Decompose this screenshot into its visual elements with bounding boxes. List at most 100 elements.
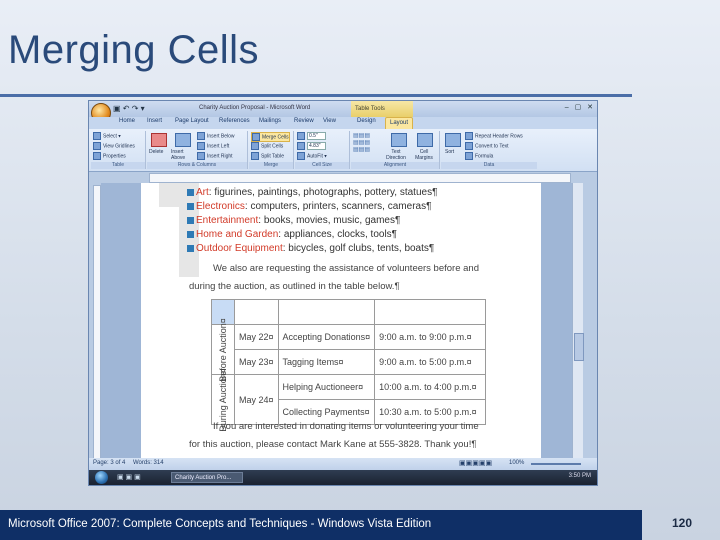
table-cell[interactable]: May 23¤	[234, 349, 279, 375]
footer-text: Microsoft Office 2007: Complete Concepts…	[8, 518, 432, 530]
split-table-icon	[251, 152, 259, 160]
insert-left-button[interactable]: Insert Left	[197, 142, 229, 150]
schedule-table[interactable]: Before Auction¤ May 22¤ Accepting Donati…	[211, 299, 487, 431]
group-label-merge: Merge	[249, 162, 293, 169]
bullet-square-icon	[187, 202, 194, 210]
view-gridlines-button[interactable]: View Gridlines	[93, 142, 135, 150]
slide-title: Merging Cells	[8, 28, 260, 72]
split-table-button[interactable]: Split Table	[251, 152, 284, 160]
delete-button[interactable]: Delete	[149, 149, 163, 155]
sort-icon[interactable]	[445, 133, 461, 147]
start-button[interactable]	[95, 471, 108, 484]
insert-above-icon[interactable]	[175, 133, 191, 147]
insert-right-icon	[197, 152, 205, 160]
page-number: 120	[672, 516, 693, 530]
properties-button[interactable]: Properties	[93, 152, 126, 160]
paragraph-line: during the auction, as outlined in the t…	[189, 281, 400, 292]
paragraph-line: If you are interested in donating items …	[213, 421, 479, 432]
table-cell[interactable]	[277, 299, 376, 325]
table-row: During Auction¤ May 24¤ Helping Auctione…	[211, 368, 487, 431]
group-table: Select ▾ View Gridlines Properties Table	[91, 131, 146, 169]
convert-icon	[465, 142, 473, 150]
scrollbar-thumb[interactable]	[574, 333, 584, 361]
merge-cells-button[interactable]: Merge Cells	[251, 132, 290, 142]
group-alignment: ▤▤▤ ▤▤▤ ▤▤▤ Text Direction Cell Margins Al…	[351, 131, 440, 169]
formula-icon	[465, 152, 473, 160]
delete-icon[interactable]	[151, 133, 167, 147]
quick-launch[interactable]: ▣ ▣ ▣	[117, 473, 141, 481]
tab-home[interactable]: Home	[119, 118, 135, 124]
window-titlebar: ▣ ↶ ↷ ▾ Charity Auction Proposal - Micro…	[89, 101, 597, 123]
insert-right-button[interactable]: Insert Right	[197, 152, 233, 160]
autofit-button[interactable]: AutoFit ▾	[297, 152, 327, 160]
tab-page-layout[interactable]: Page Layout	[175, 118, 209, 124]
zoom-slider[interactable]	[531, 463, 581, 465]
repeat-header-rows-button[interactable]: Repeat Header Rows	[465, 132, 523, 140]
cell-margins-icon[interactable]	[417, 133, 433, 147]
bullet-square-icon	[187, 244, 194, 252]
insert-below-button[interactable]: Insert Below	[197, 132, 235, 140]
tab-references[interactable]: References	[219, 118, 250, 124]
list-item: Home and Garden: appliances, clocks, too…	[187, 229, 397, 240]
table-cell[interactable]: 10:00 a.m. to 4:00 p.m.¤	[374, 374, 487, 400]
list-item: Electronics: computers, printers, scanne…	[187, 201, 431, 212]
paragraph-line: for this auction, please contact Mark Ka…	[189, 439, 477, 450]
insert-above-button[interactable]: Insert Above	[171, 149, 193, 161]
table-cell[interactable]: Helping Auctioneer¤	[277, 374, 376, 400]
group-rows-columns: Delete Insert Above Insert Below Insert …	[147, 131, 248, 169]
table-cell[interactable]	[234, 299, 279, 325]
window-controls[interactable]: – ▢ ✕	[565, 103, 595, 111]
vertical-scrollbar[interactable]	[572, 183, 584, 458]
title-rule	[0, 94, 632, 97]
table-cell[interactable]: 9:00 a.m. to 5:00 p.m.¤	[374, 349, 487, 375]
table-cell[interactable]	[374, 299, 487, 325]
text-direction-button[interactable]: Text Direction	[383, 149, 409, 161]
group-label-rows-columns: Rows & Columns	[147, 162, 247, 169]
group-label-cell-size: Cell Size	[295, 162, 349, 169]
tab-mailings[interactable]: Mailings	[259, 118, 281, 124]
vertical-ruler[interactable]	[93, 185, 101, 467]
select-button[interactable]: Select ▾	[93, 132, 121, 140]
tab-review[interactable]: Review	[294, 118, 314, 124]
text-direction-icon[interactable]	[391, 133, 407, 147]
table-cell[interactable]: May 22¤	[234, 324, 279, 350]
autofit-icon	[297, 152, 305, 160]
tab-insert[interactable]: Insert	[147, 118, 162, 124]
during-auction-cell[interactable]: During Auction¤	[211, 368, 235, 431]
horizontal-ruler[interactable]	[149, 173, 571, 183]
table-cell[interactable]: 9:00 a.m. to 9:00 p.m.¤	[374, 324, 487, 350]
table-cell[interactable]: Tagging Items¤	[277, 349, 376, 375]
properties-icon	[93, 152, 101, 160]
list-item: Art: figurines, paintings, photographs, …	[187, 187, 437, 198]
zoom-level[interactable]: 100%	[509, 460, 524, 466]
word-count[interactable]: Words: 314	[133, 460, 164, 466]
table-row: Before Auction¤ May 22¤ Accepting Donati…	[211, 318, 487, 381]
repeat-header-icon	[465, 132, 473, 140]
table-cell[interactable]: Accepting Donations¤	[277, 324, 376, 350]
taskbar-item-word[interactable]: Charity Auction Pro...	[171, 472, 243, 483]
view-buttons[interactable]: ▣▣▣▣▣	[459, 459, 492, 467]
paragraph-line: We also are requesting the assistance of…	[213, 263, 479, 274]
split-cells-button[interactable]: Split Cells	[251, 142, 283, 150]
group-label-alignment: Alignment	[351, 162, 439, 169]
table-row: May 23¤ Tagging Items¤ 9:00 a.m. to 5:00…	[212, 349, 487, 375]
merged-date-cell[interactable]: May 24¤	[234, 374, 279, 425]
tab-design[interactable]: Design	[357, 118, 376, 124]
sort-button[interactable]: Sort	[445, 149, 454, 155]
group-merge: Merge Cells Split Cells Split Table Merg…	[249, 131, 294, 169]
split-cells-icon	[251, 142, 259, 150]
before-auction-cell[interactable]: Before Auction¤	[211, 318, 235, 381]
cell-margins-button[interactable]: Cell Margins	[413, 149, 435, 161]
page-count[interactable]: Page: 3 of 4	[93, 460, 125, 466]
column-width-field[interactable]: 4.83"	[297, 142, 326, 151]
formula-button[interactable]: Formula	[465, 152, 493, 160]
convert-to-text-button[interactable]: Convert to Text	[465, 142, 509, 150]
alignment-grid[interactable]: ▤▤▤ ▤▤▤ ▤▤▤	[353, 133, 370, 154]
quick-access-toolbar[interactable]: ▣ ↶ ↷ ▾	[113, 104, 145, 113]
insert-left-icon	[197, 142, 205, 150]
group-cell-size: 0.5" 4.83" AutoFit ▾ Cell Size	[295, 131, 350, 169]
merge-cells-icon	[252, 133, 260, 141]
row-height-field[interactable]: 0.5"	[297, 132, 326, 141]
tab-view[interactable]: View	[323, 118, 336, 124]
table-row	[211, 299, 487, 325]
